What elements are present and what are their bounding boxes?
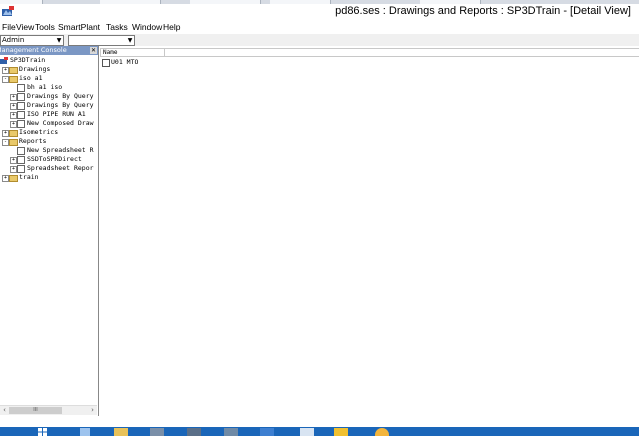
document-icon — [17, 156, 25, 164]
menu-window[interactable]: Window — [132, 21, 162, 34]
role-combo[interactable]: Admin ▼ — [0, 35, 64, 46]
scroll-left-icon[interactable]: ‹ — [0, 406, 9, 415]
expand-icon[interactable]: + — [10, 157, 17, 164]
menu-tools[interactable]: Tools — [35, 21, 55, 34]
name-column-header[interactable]: Name — [100, 48, 165, 57]
filter-combo[interactable]: ▼ — [68, 35, 135, 46]
tree-node-label: Drawings By Query — [27, 101, 94, 109]
tree-node-label: Drawings — [19, 65, 51, 73]
tree-node-label: bh a1 iso — [27, 83, 63, 91]
tree-node-label: New Composed Draw — [27, 119, 94, 127]
status-area — [0, 416, 639, 427]
scroll-thumb[interactable]: III — [9, 407, 62, 414]
document-icon — [17, 120, 25, 128]
expand-icon[interactable]: + — [10, 94, 17, 101]
expand-icon[interactable]: + — [2, 67, 9, 74]
pane-title: Management Console — [0, 46, 67, 54]
app-icon[interactable] — [2, 6, 14, 17]
menu-help[interactable]: Help — [163, 21, 180, 34]
explorer-icon[interactable] — [114, 428, 128, 436]
title-bar: pd86.ses : Drawings and Reports : SP3DTr… — [0, 4, 639, 22]
expand-icon[interactable]: + — [10, 112, 17, 119]
detail-view: Name U01 MTO — [100, 46, 639, 416]
app-icon[interactable] — [150, 428, 164, 436]
tree-node-label: SSDToSPRDirect — [27, 155, 82, 163]
app-icon[interactable] — [334, 428, 348, 436]
document-icon — [17, 93, 25, 101]
management-console-pane: Management Console ✕ SP3DTrain + Drawings -… — [0, 46, 99, 416]
root-icon — [0, 57, 8, 64]
app-icon[interactable] — [375, 428, 389, 436]
document-icon — [17, 111, 25, 119]
document-icon — [17, 102, 25, 110]
menu-bar: File View Tools SmartPlant Tasks Window … — [0, 21, 639, 34]
app-icon[interactable] — [224, 428, 238, 436]
expand-icon[interactable]: + — [10, 166, 17, 173]
menu-view[interactable]: View — [16, 21, 34, 34]
menu-file[interactable]: File — [2, 21, 16, 34]
collapse-icon[interactable]: - — [2, 76, 9, 83]
tree-node-label: Drawings By Query — [27, 92, 94, 100]
tree-node-label: Reports — [19, 137, 47, 145]
column-header-filler — [164, 48, 639, 57]
tree-node-label: New Spreadsheet R — [27, 146, 94, 154]
tree-node-label: ISO PIPE RUN A1 — [27, 110, 86, 118]
folder-icon — [9, 175, 18, 182]
scroll-right-icon[interactable]: › — [88, 406, 97, 415]
expand-icon[interactable]: + — [2, 175, 9, 182]
taskbar — [0, 427, 639, 436]
tree-node-label: train — [19, 173, 39, 181]
folder-icon — [9, 139, 18, 146]
document-icon — [17, 165, 25, 173]
chevron-down-icon[interactable]: ▼ — [55, 36, 63, 45]
folder-icon — [9, 76, 18, 83]
list-item-label: U01 MTO — [111, 58, 139, 66]
window-title: pd86.ses : Drawings and Reports : SP3DTr… — [335, 5, 631, 17]
app-icon[interactable] — [187, 428, 201, 436]
document-icon — [17, 147, 25, 155]
chevron-down-icon[interactable]: ▼ — [126, 36, 134, 45]
tree-node-label: Isometrics — [19, 128, 59, 136]
expand-icon[interactable]: + — [2, 130, 9, 137]
toolbar: Admin ▼ ▼ — [0, 34, 639, 46]
tree-node-label: iso a1 — [19, 74, 43, 82]
taskview-icon[interactable] — [80, 428, 90, 436]
tree-node-label: SP3DTrain — [10, 56, 46, 64]
menu-tasks[interactable]: Tasks — [106, 21, 128, 34]
app-icon[interactable] — [300, 428, 314, 436]
start-icon[interactable] — [38, 428, 47, 436]
management-console-header: Management Console ✕ — [0, 46, 98, 55]
folder-icon — [9, 130, 18, 137]
menu-smartplant[interactable]: SmartPlant — [58, 21, 100, 34]
tree-node-label: Spreadsheet Repor — [27, 164, 94, 172]
console-tree: SP3DTrain + Drawings - iso a1 bh a1 iso + Drawi… — [0, 56, 98, 404]
collapse-icon[interactable]: - — [2, 139, 9, 146]
close-icon[interactable]: ✕ — [90, 47, 97, 54]
expand-icon[interactable]: + — [10, 121, 17, 128]
document-icon — [17, 84, 25, 92]
report-icon — [102, 59, 110, 67]
expand-icon[interactable]: + — [10, 103, 17, 110]
folder-icon — [9, 67, 18, 74]
app-icon[interactable] — [260, 428, 274, 436]
horizontal-scrollbar[interactable]: ‹ III › — [0, 405, 97, 415]
role-combo-value: Admin — [2, 36, 25, 44]
